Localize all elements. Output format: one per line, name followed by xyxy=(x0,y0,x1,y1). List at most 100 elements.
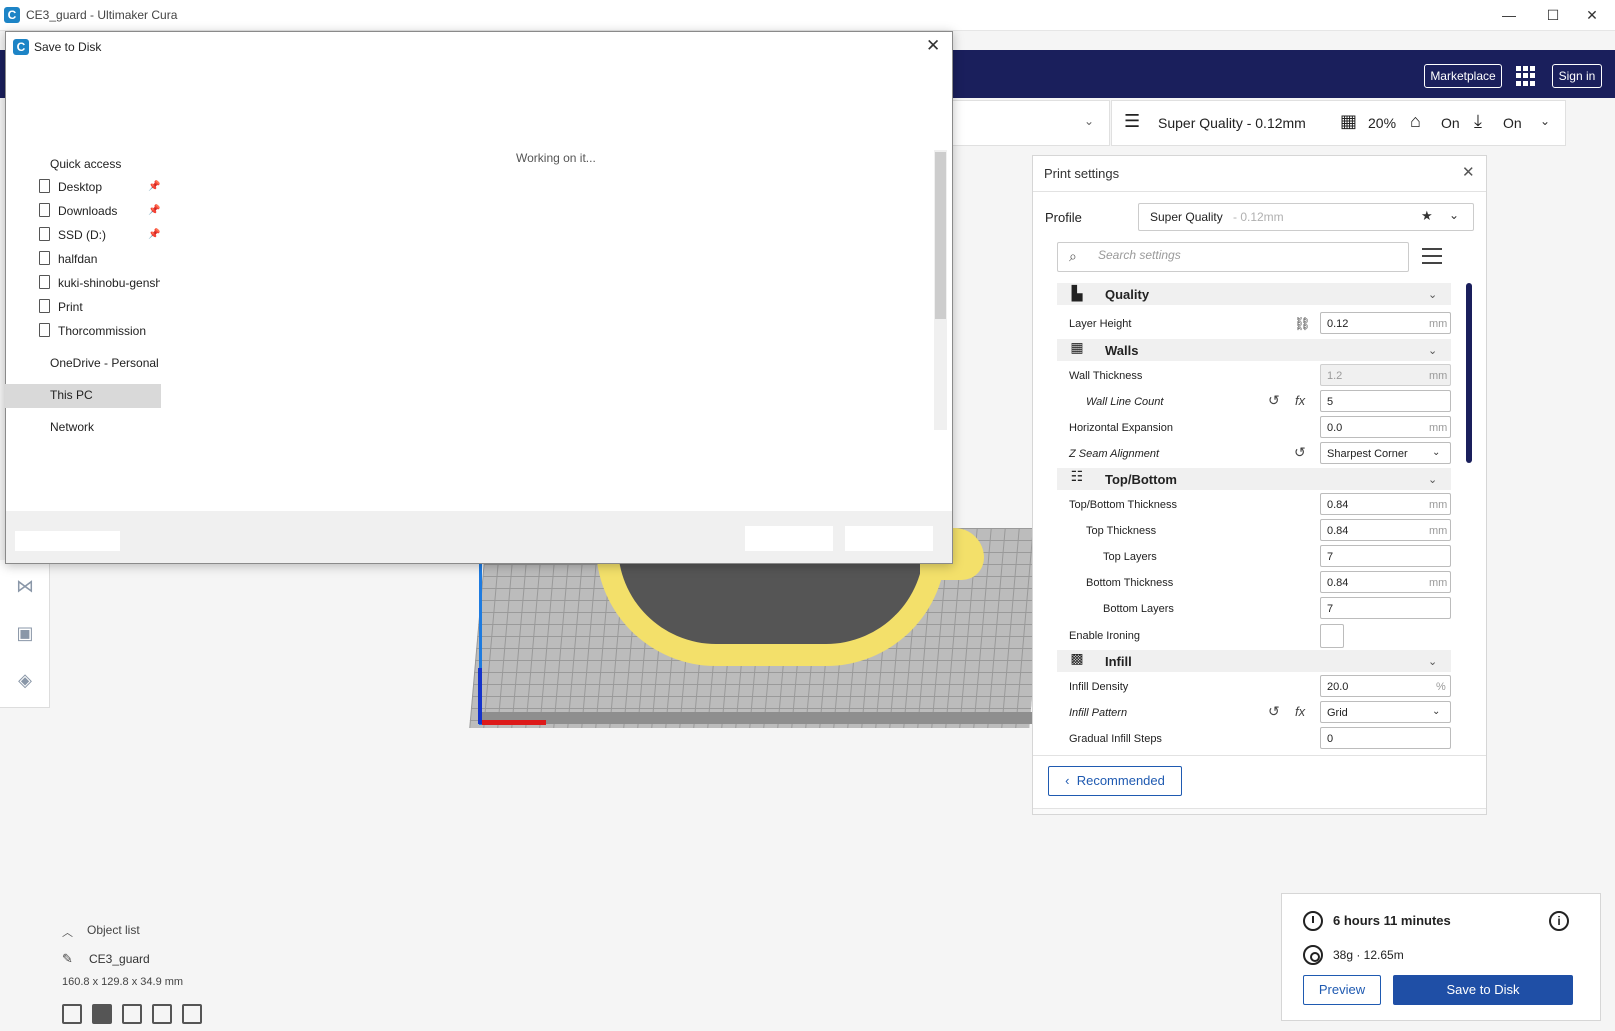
panel-resize-handle[interactable] xyxy=(1033,808,1486,814)
cura-logo-icon: C xyxy=(13,39,29,55)
top-bottom-icon: ☷ xyxy=(1070,468,1084,484)
nav-item-ssd[interactable]: SSD (D:) xyxy=(58,228,106,242)
sign-in-button[interactable]: Sign in xyxy=(1552,64,1602,88)
walls-icon: ▦ xyxy=(1070,339,1084,355)
star-icon[interactable]: ★ xyxy=(1421,208,1433,224)
folder-icon xyxy=(39,203,50,217)
nav-this-pc[interactable]: This PC xyxy=(50,388,93,402)
pencil-icon[interactable]: ✎ xyxy=(62,951,73,967)
top-view-icon[interactable] xyxy=(122,1004,142,1024)
close-window-button[interactable]: ✕ xyxy=(1569,0,1615,31)
marketplace-button[interactable]: Marketplace xyxy=(1424,64,1502,88)
nav-item-downloads[interactable]: Downloads xyxy=(58,204,117,218)
quality-profile-label: Super Quality - 0.12mm xyxy=(1158,115,1306,131)
object-list-toggle[interactable]: Object list xyxy=(87,923,140,937)
bottom-layers-field[interactable] xyxy=(1320,597,1451,619)
nav-item-kuki[interactable]: kuki-shinobu-gensh xyxy=(58,276,160,290)
material-estimate: 38g · 12.65m xyxy=(1333,948,1404,962)
folder-icon xyxy=(39,323,50,337)
front-view-icon[interactable] xyxy=(92,1004,112,1024)
save-to-disk-dialog xyxy=(5,31,953,564)
reset-icon[interactable]: ↺ xyxy=(1268,392,1280,409)
window-title-bar xyxy=(0,0,1615,31)
category-top-bottom-label: Top/Bottom xyxy=(1105,472,1177,487)
gradual-infill-steps-field[interactable] xyxy=(1320,727,1451,749)
setting-label: Top Thickness xyxy=(1086,525,1157,537)
support-value: On xyxy=(1441,115,1460,131)
settings-scrollbar[interactable] xyxy=(1466,283,1472,463)
wall-line-count-field[interactable] xyxy=(1320,390,1451,412)
nav-item-print[interactable]: Print xyxy=(58,300,83,314)
nav-item-desktop[interactable]: Desktop xyxy=(58,180,102,194)
chevron-down-icon: ⌄ xyxy=(1428,345,1438,357)
nav-onedrive[interactable]: OneDrive - Personal xyxy=(50,356,159,370)
setting-label: Top Layers xyxy=(1103,551,1157,563)
setting-label: Z Seam Alignment xyxy=(1069,448,1160,460)
setting-label: Bottom Thickness xyxy=(1086,577,1174,589)
close-icon[interactable]: ✕ xyxy=(1462,163,1475,181)
nav-item-thorcommission[interactable]: Thorcommission xyxy=(58,324,146,338)
mirror-tool-icon[interactable]: ⋈ xyxy=(12,573,38,599)
settings-sliders-icon: ☰ xyxy=(1124,111,1141,131)
setting-unit: mm xyxy=(1429,525,1448,537)
spool-icon xyxy=(1303,945,1323,965)
setting-unit: mm xyxy=(1429,422,1448,434)
setting-value: Sharpest Corner xyxy=(1327,448,1408,460)
drive-icon xyxy=(39,227,50,241)
dialog-scrollbar-thumb[interactable] xyxy=(935,152,946,319)
function-icon[interactable]: fx xyxy=(1295,393,1305,408)
setting-value: 1.2 xyxy=(1327,370,1343,382)
top-layers-field[interactable] xyxy=(1320,545,1451,567)
setting-value: 0.0 xyxy=(1327,422,1343,434)
chevron-down-icon: ⌄ xyxy=(1432,447,1441,458)
dialog-footer-button[interactable] xyxy=(745,526,833,551)
apps-grid-icon[interactable] xyxy=(1516,66,1536,86)
setting-value: 5 xyxy=(1327,396,1334,408)
support-blocker-icon[interactable]: ◈ xyxy=(12,667,38,693)
enable-ironing-checkbox[interactable] xyxy=(1320,624,1344,648)
object-name: CE3_guard xyxy=(89,952,150,966)
x-axis-indicator xyxy=(482,720,546,725)
3d-view-icon[interactable] xyxy=(62,1004,82,1024)
setting-unit: mm xyxy=(1429,318,1448,330)
minimize-button[interactable]: — xyxy=(1486,0,1532,31)
adhesion-icon: ⤓ xyxy=(1474,111,1482,131)
print-time: 6 hours 11 minutes xyxy=(1333,913,1451,928)
nav-network[interactable]: Network xyxy=(50,420,94,434)
nav-quick-access[interactable]: Quick access xyxy=(50,157,121,171)
link-icon[interactable]: ⛓ xyxy=(1294,316,1311,332)
chevron-up-icon[interactable]: ︿ xyxy=(62,924,73,940)
clock-icon xyxy=(1303,911,1323,931)
setting-label: Top/Bottom Thickness xyxy=(1069,499,1178,511)
profile-layer-height: - 0.12mm xyxy=(1233,210,1284,224)
profile-value: Super Quality xyxy=(1150,210,1223,224)
setting-value: 0.84 xyxy=(1327,499,1349,511)
nav-item-halfdan[interactable]: halfdan xyxy=(58,252,97,266)
setting-unit: % xyxy=(1436,681,1446,693)
setting-value: 0.12 xyxy=(1327,318,1349,330)
settings-menu-icon[interactable] xyxy=(1422,248,1442,264)
cura-logo-icon: C xyxy=(4,7,20,23)
reset-icon[interactable]: ↺ xyxy=(1294,444,1306,461)
close-icon[interactable]: ✕ xyxy=(926,36,940,56)
function-icon[interactable]: fx xyxy=(1295,704,1305,719)
search-icon: ⌕ xyxy=(1069,248,1077,264)
dialog-footer-field[interactable] xyxy=(15,531,120,551)
setting-unit: mm xyxy=(1429,499,1448,511)
setting-value: 0 xyxy=(1327,733,1334,745)
left-view-icon[interactable] xyxy=(152,1004,172,1024)
category-walls-label: Walls xyxy=(1105,343,1139,358)
preview-button[interactable]: Preview xyxy=(1303,975,1381,1005)
info-icon[interactable]: i xyxy=(1549,911,1569,931)
recommended-button[interactable]: ‹ Recommended xyxy=(1048,766,1182,796)
adhesion-value: On xyxy=(1503,115,1522,131)
save-to-disk-button[interactable]: Save to Disk xyxy=(1393,975,1573,1005)
right-view-icon[interactable] xyxy=(182,1004,202,1024)
folder-icon xyxy=(39,275,50,289)
pin-icon: 📌 xyxy=(148,205,161,216)
reset-icon[interactable]: ↺ xyxy=(1268,703,1280,720)
dialog-footer-button[interactable] xyxy=(845,526,933,551)
search-settings-input[interactable] xyxy=(1098,248,1398,262)
recommended-label: Recommended xyxy=(1076,773,1165,788)
per-model-settings-icon[interactable]: ▣ xyxy=(12,620,38,646)
